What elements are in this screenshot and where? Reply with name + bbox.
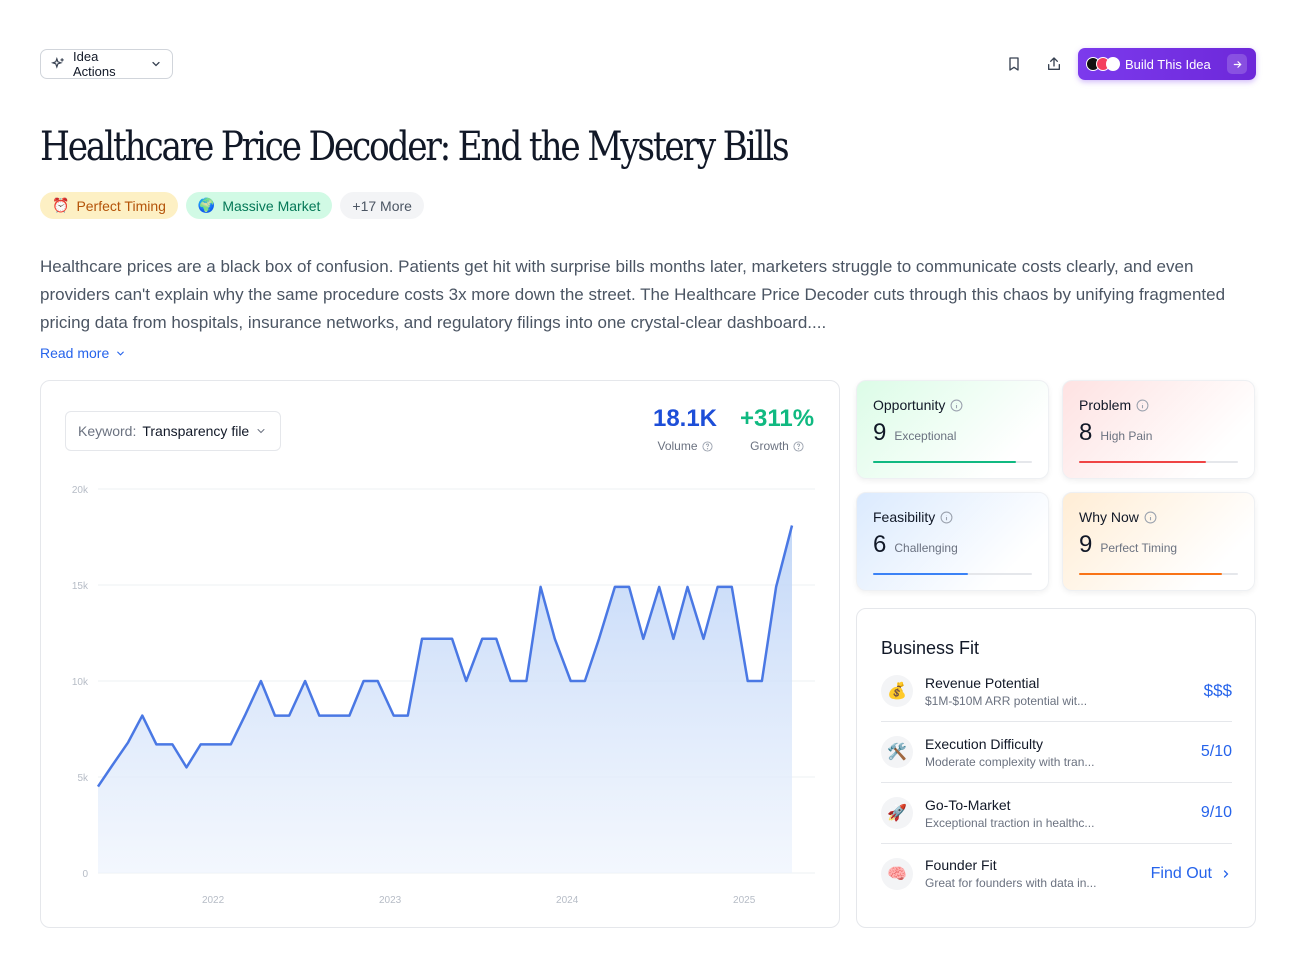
score-bar xyxy=(1079,573,1238,575)
x-tick-label: 2023 xyxy=(379,895,402,906)
arrow-right-icon xyxy=(1227,54,1247,74)
business-fit-row-founder[interactable]: 🧠 Founder Fit Great for founders with dat… xyxy=(881,843,1232,904)
y-tick-label: 5k xyxy=(77,773,89,784)
builder-logos xyxy=(1086,57,1120,71)
score-value: 6 xyxy=(873,531,887,558)
build-label: Build This Idea xyxy=(1125,56,1211,72)
score-name: Opportunity xyxy=(873,397,946,413)
why-now-score-card[interactable]: Why Now 9 Perfect Timing xyxy=(1062,492,1255,591)
problem-score-card[interactable]: Problem 8 High Pain xyxy=(1062,380,1255,479)
find-out-link[interactable]: Find Out xyxy=(1151,865,1232,883)
read-more-label: Read more xyxy=(40,345,110,361)
score-value: 9 xyxy=(1079,531,1093,558)
x-tick-label: 2024 xyxy=(556,895,579,906)
score-bar xyxy=(1079,461,1238,463)
chevron-right-icon xyxy=(1223,869,1229,878)
business-fit-row-gtm[interactable]: 🚀 Go-To-Market Exceptional traction in he… xyxy=(881,783,1232,844)
chevron-down-icon xyxy=(117,351,125,356)
tag-label: Massive Market xyxy=(222,197,321,214)
row-name: Execution Difficulty xyxy=(925,735,1044,752)
idea-actions-label: Idea Actions xyxy=(73,49,116,79)
score-name: Problem xyxy=(1079,397,1132,413)
row-sub: $1M-$10M ARR potential wit... xyxy=(925,693,1088,708)
chevron-down-icon xyxy=(152,61,160,67)
page-title: Healthcare Price Decoder: End the Myster… xyxy=(40,124,790,170)
alarm-clock-icon: ⏰ xyxy=(52,197,70,213)
y-tick-label: 10k xyxy=(72,677,89,688)
business-fit-title: Business Fit xyxy=(881,638,980,658)
score-label: High Pain xyxy=(1100,429,1153,443)
sparkle-icon xyxy=(51,57,64,69)
build-this-idea-button[interactable]: Build This Idea xyxy=(1078,48,1256,80)
score-bar-fill xyxy=(873,461,1017,463)
tools-icon: 🛠️ xyxy=(881,736,913,768)
y-tick-label: 15k xyxy=(72,581,89,592)
business-fit-row-revenue[interactable]: 💰 Revenue Potential $1M-$10M ARR potentia… xyxy=(881,661,1232,722)
money-bag-icon: 💰 xyxy=(881,675,913,707)
row-value: 5/10 xyxy=(1200,743,1232,760)
find-out-label: Find Out xyxy=(1150,864,1212,882)
score-label: Exceptional xyxy=(894,429,957,443)
row-sub: Great for founders with data in... xyxy=(925,876,1097,890)
score-value: 8 xyxy=(1079,419,1093,446)
trend-chart: 0 5k 10k 15k 20k 2022 2023 2024 2025 xyxy=(72,485,815,906)
score-label: Perfect Timing xyxy=(1100,541,1178,555)
row-name: Founder Fit xyxy=(925,857,997,873)
score-label: Challenging xyxy=(894,541,958,555)
builder-logo-icon xyxy=(1106,57,1120,71)
brain-icon: 🧠 xyxy=(881,857,913,890)
row-sub: Exceptional traction in healthc... xyxy=(925,815,1095,830)
x-tick-label: 2025 xyxy=(733,895,756,906)
read-more-link[interactable]: Read more xyxy=(40,345,126,361)
y-tick-label: 20k xyxy=(72,485,89,496)
row-name: Go-To-Market xyxy=(925,796,1011,813)
score-bar-fill xyxy=(873,573,969,575)
tag-massive-market[interactable]: 🌍 Massive Market xyxy=(185,192,333,219)
x-tick-label: 2022 xyxy=(202,895,225,906)
description: Healthcare prices are a black box of con… xyxy=(40,257,1226,332)
share-icon xyxy=(1048,57,1060,70)
y-tick-label: 0 xyxy=(82,869,88,880)
score-name: Feasibility xyxy=(873,509,936,525)
tag-list: ⏰ Perfect Timing 🌍 Massive Market +17 Mo… xyxy=(40,192,424,219)
rocket-icon: 🚀 xyxy=(881,797,913,829)
score-bar xyxy=(873,461,1032,463)
score-bar xyxy=(873,573,1032,575)
row-sub: Moderate complexity with tran... xyxy=(925,754,1095,769)
info-icon[interactable] xyxy=(1144,511,1157,524)
score-value: 9 xyxy=(873,419,887,446)
business-fit-row-execution[interactable]: 🛠️ Execution Difficulty Moderate complexi… xyxy=(881,722,1232,783)
tag-more[interactable]: +17 More xyxy=(340,192,424,219)
idea-actions-button[interactable]: Idea Actions xyxy=(40,49,173,79)
feasibility-score-card[interactable]: Feasibility 6 Challenging xyxy=(856,492,1049,591)
row-value: 9/10 xyxy=(1200,804,1232,821)
share-button[interactable] xyxy=(1042,52,1066,76)
info-icon[interactable] xyxy=(940,511,953,524)
score-bar-fill xyxy=(1079,461,1207,463)
opportunity-score-card[interactable]: Opportunity 9 Exceptional xyxy=(856,380,1049,479)
bookmark-button[interactable] xyxy=(1002,52,1026,76)
bookmark-icon xyxy=(1009,57,1019,71)
score-name: Why Now xyxy=(1079,509,1139,525)
row-name: Revenue Potential xyxy=(925,674,1040,691)
info-icon[interactable] xyxy=(1136,399,1149,412)
tag-label: Perfect Timing xyxy=(76,197,166,214)
row-value: $$$ xyxy=(1203,681,1232,700)
globe-icon: 🌍 xyxy=(197,197,216,213)
info-icon[interactable] xyxy=(950,399,963,412)
chart-area xyxy=(98,525,792,873)
score-bar-fill xyxy=(1079,573,1223,575)
trend-chart-card: Keyword: Transparency file 18.1K Volume … xyxy=(40,380,840,928)
tag-label: +17 More xyxy=(352,197,412,214)
business-fit-card: Business Fit 💰 Revenue Potential $1M-$10M… xyxy=(856,608,1256,928)
tag-perfect-timing[interactable]: ⏰ Perfect Timing xyxy=(40,192,178,219)
